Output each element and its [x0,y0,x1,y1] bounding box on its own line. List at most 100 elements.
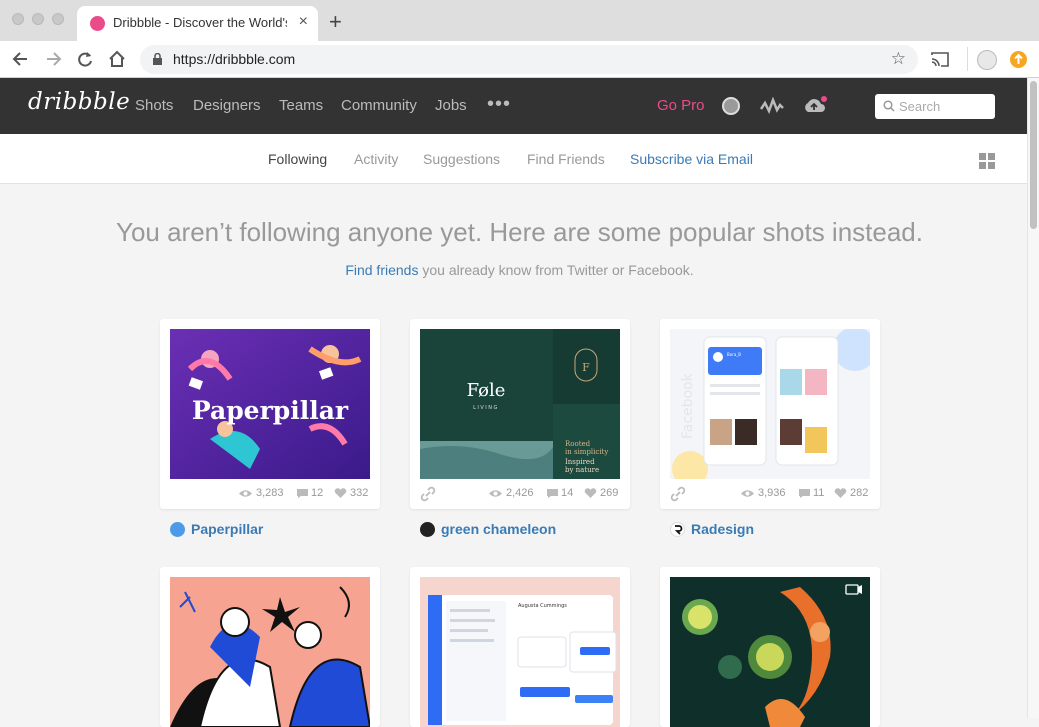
tab-title: Dribbble - Discover the World's [113,15,287,30]
minimize-window-button[interactable] [32,13,44,25]
browser-toolbar: https://dribbble.com ☆ [0,41,1039,78]
toolbar-divider [967,47,968,71]
scrollbar-thumb[interactable] [1030,81,1037,229]
zoom-window-button[interactable] [52,13,64,25]
shot-author[interactable]: green chameleon [420,520,620,540]
heart-icon[interactable] [584,488,597,499]
dribbble-logo[interactable]: dribbble [28,89,130,115]
fole-wordmark: Føle [467,380,506,401]
tab-suggestions[interactable]: Suggestions [423,151,500,167]
shot-image-fole[interactable]: F Føle LIVING Rooted in simplicity Inspi… [420,329,620,479]
find-friends-rest: you already know from Twitter or Faceboo… [418,262,694,278]
address-bar[interactable]: https://dribbble.com ☆ [140,45,918,74]
grid-view-icon[interactable] [979,153,995,169]
extension-update-icon[interactable] [1010,51,1027,68]
comments-count: 11 [813,487,825,499]
shot-image-paperpillar[interactable]: Paperpillar [170,329,370,479]
cast-icon[interactable] [930,51,950,68]
comment-icon [297,489,308,498]
shot-stats: 3,936 11 282 [670,485,870,503]
close-window-button[interactable] [12,13,24,25]
search-box[interactable]: Search [875,94,995,119]
search-icon [883,100,895,112]
browser-tab[interactable]: Dribbble - Discover the World's × [77,6,318,41]
tab-find-friends[interactable]: Find Friends [527,151,605,167]
likes-count: 269 [600,487,619,499]
sub-navigation: Following Activity Suggestions Find Frie… [0,134,1027,184]
fole-tagline-2: in simplicity [565,448,608,456]
tab-close-icon[interactable]: × [299,13,308,31]
eye-icon [489,490,502,497]
facebook-watermark: Facebook [680,372,696,439]
link-icon[interactable] [670,486,686,502]
author-name[interactable]: green chameleon [441,521,556,537]
home-icon[interactable] [106,47,128,71]
shot-image-illustration[interactable] [170,577,370,727]
lock-icon [153,53,162,65]
dribbble-favicon-icon [90,16,105,31]
shot-card[interactable] [660,567,880,727]
forward-arrow-icon[interactable] [42,47,64,71]
author-name[interactable]: Paperpillar [191,521,263,537]
paperpillar-wordmark: Paperpillar [192,396,349,425]
back-arrow-icon[interactable] [10,47,32,71]
find-friends-link[interactable]: Find friends [345,262,418,278]
upload-cloud-icon[interactable] [802,95,828,115]
shot-stats: 3,283 12 332 [170,485,370,503]
bookmark-star-icon[interactable]: ☆ [891,49,906,69]
fole-tagline-4: by nature [565,466,599,474]
find-friends-prompt: Find friends you already know from Twitt… [0,262,1039,278]
likes-count: 332 [350,487,369,499]
views-count: 2,426 [506,487,534,499]
nav-community[interactable]: Community [341,97,417,114]
shot-card[interactable] [160,567,380,727]
heart-icon[interactable] [334,488,347,499]
shot-image-dashboard[interactable]: Augusta Cummings [420,577,620,727]
profile-icon[interactable] [977,50,997,70]
reload-icon[interactable] [74,47,96,71]
go-pro-link[interactable]: Go Pro [657,97,705,114]
search-input[interactable]: Search [899,99,940,114]
svg-text:F: F [582,361,590,374]
radesign-username: Bora_B [727,352,741,357]
likes-count: 282 [850,487,869,499]
site-header: dribbble Shots Designers Teams Community… [0,78,1027,134]
link-icon[interactable] [420,486,436,502]
shot-stats: 2,426 14 269 [420,485,620,503]
nav-shots[interactable]: Shots [135,97,173,114]
shot-image-koi[interactable] [670,577,870,727]
nav-jobs[interactable]: Jobs [435,97,467,114]
shot-card[interactable]: Paperpillar 3,283 12 332 [160,319,380,509]
browser-tab-bar: Dribbble - Discover the World's × + [0,0,1039,41]
shot-author[interactable]: Paperpillar [170,520,370,540]
subscribe-email-link[interactable]: Subscribe via Email [630,151,753,167]
nav-designers[interactable]: Designers [193,97,261,114]
comments-count: 12 [311,487,324,499]
activity-icon[interactable] [760,97,784,115]
nav-teams[interactable]: Teams [279,97,323,114]
eye-icon [741,490,754,497]
author-name[interactable]: Radesign [691,521,754,537]
tab-following[interactable]: Following [268,151,327,167]
heart-icon[interactable] [834,488,847,499]
page-headline: You aren’t following anyone yet. Here ar… [116,217,923,247]
views-count: 3,283 [256,487,284,499]
author-avatar-icon [170,522,185,537]
fole-tagline-1: Rooted [565,440,591,448]
new-tab-button[interactable]: + [329,9,342,35]
user-avatar[interactable] [722,97,740,115]
shot-card[interactable]: Facebook Bora_B 3,936 11 282 [660,319,880,509]
views-count: 3,936 [758,487,786,499]
tab-activity[interactable]: Activity [354,151,398,167]
shot-author[interactable]: Radesign [670,520,870,540]
url-text: https://dribbble.com [173,51,296,67]
page-scrollbar[interactable] [1027,78,1039,718]
more-menu-icon[interactable]: ••• [487,93,511,116]
shot-image-radesign[interactable]: Facebook Bora_B [670,329,870,479]
shot-card[interactable]: F Føle LIVING Rooted in simplicity Inspi… [410,319,630,509]
comment-icon [799,489,810,498]
author-avatar-icon [670,522,685,537]
comments-count: 14 [561,487,574,499]
comment-icon [547,489,558,498]
shot-card[interactable]: Augusta Cummings [410,567,630,727]
